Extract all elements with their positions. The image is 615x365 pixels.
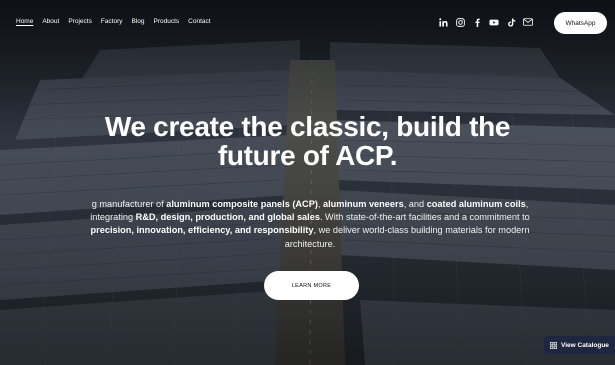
desc-text: , we deliver world-class building materi… xyxy=(284,225,530,249)
nav-link-home[interactable]: Home xyxy=(16,17,33,26)
headline-line-1: We create the classic, build the xyxy=(104,111,511,142)
nav-link-about[interactable]: About xyxy=(42,17,59,26)
desc-text: . With state-of-the-art facilities and a… xyxy=(319,212,530,223)
nav-links: Home About Projects Factory Blog Product… xyxy=(16,17,220,26)
facebook-icon[interactable] xyxy=(471,16,483,28)
desc-highlight: coated aluminum coils xyxy=(426,199,526,209)
view-catalogue-label: View Catalogue xyxy=(561,341,609,349)
youtube-icon[interactable] xyxy=(488,16,500,28)
learn-more-button[interactable]: LEARN MORE xyxy=(264,271,359,300)
linkedin-icon[interactable] xyxy=(437,16,449,28)
email-icon[interactable] xyxy=(522,16,534,28)
desc-highlight: aluminum composite panels (ACP) xyxy=(166,199,318,209)
desc-highlight: R&D, design, production, and global sale… xyxy=(135,212,320,223)
whatsapp-button[interactable]: WhatsApp xyxy=(554,12,607,34)
instagram-icon[interactable] xyxy=(454,16,466,28)
desc-text: g manufacturer of xyxy=(91,199,167,209)
hero-section: Home About Projects Factory Blog Product… xyxy=(0,0,615,365)
top-navigation: Home About Projects Factory Blog Product… xyxy=(0,0,615,44)
headline-line-2: future of ACP. xyxy=(217,140,398,171)
view-catalogue-button[interactable]: View Catalogue xyxy=(544,336,615,354)
hero-headline: We create the classic, build the future … xyxy=(60,112,555,170)
hero-description: g manufacturer of aluminum composite pan… xyxy=(90,198,530,251)
social-links xyxy=(437,16,539,28)
desc-text: , and xyxy=(403,199,427,209)
desc-highlight: aluminum veneers xyxy=(323,199,404,209)
nav-link-blog[interactable]: Blog xyxy=(132,17,145,26)
desc-highlight: precision, innovation, efficiency, and r… xyxy=(90,225,314,236)
nav-link-products[interactable]: Products xyxy=(154,17,180,26)
nav-link-contact[interactable]: Contact xyxy=(188,17,210,26)
nav-link-projects[interactable]: Projects xyxy=(68,17,91,26)
tiktok-icon[interactable] xyxy=(505,16,517,28)
dark-overlay xyxy=(0,0,615,365)
grid-icon xyxy=(550,341,557,349)
nav-link-factory[interactable]: Factory xyxy=(101,17,123,26)
